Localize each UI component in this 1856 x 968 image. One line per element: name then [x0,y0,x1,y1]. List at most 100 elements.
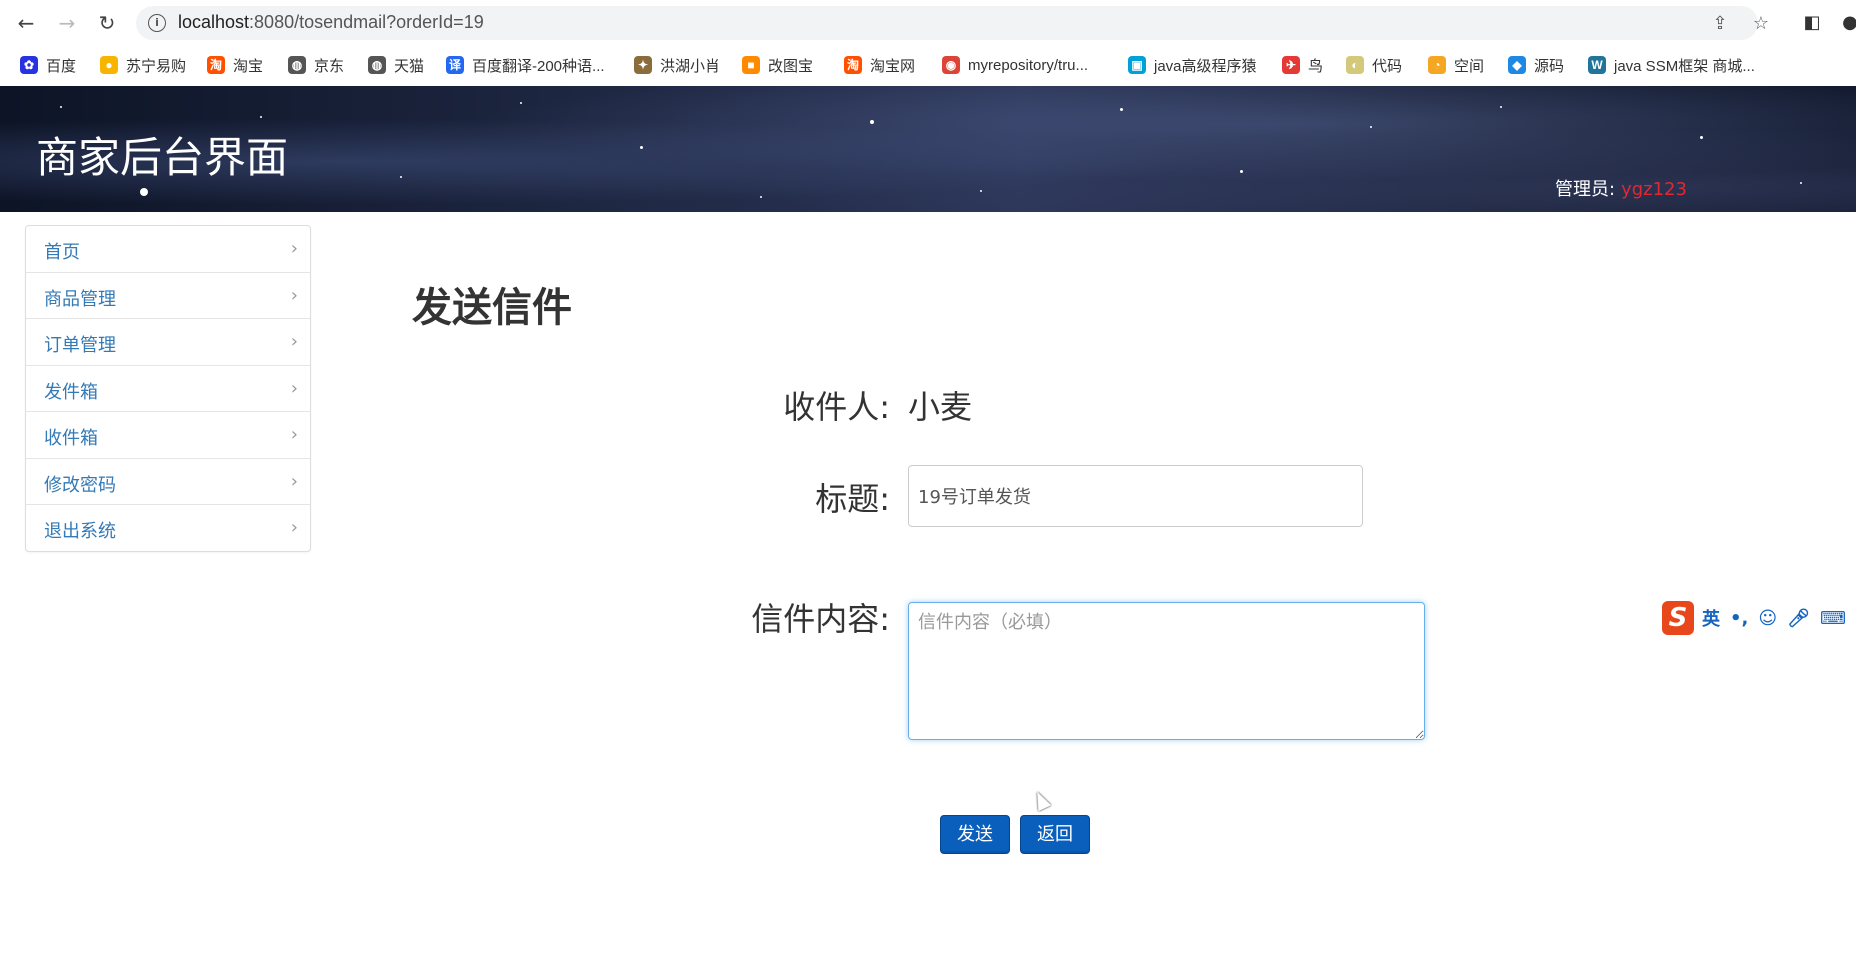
sidebar-item-orders[interactable]: 订单管理 › [26,319,310,366]
admin-info: 管理员: ygz123 [1555,175,1687,201]
bookmark-label: 淘宝网 [870,57,916,75]
microphone-icon[interactable]: 🎤︎ [1787,608,1810,629]
star-decoration [520,102,522,104]
sidebar-item-label: 收件箱 [44,428,98,449]
bookmark-item[interactable]: 译百度翻译-200种语... [446,55,605,75]
forward-icon[interactable]: → [55,11,79,35]
bookmark-favicon-icon: 淘 [844,56,862,74]
bookmark-favicon-icon: ◆ [1508,56,1526,74]
bookmark-item[interactable]: ● 苏宁易购 [100,55,186,75]
star-decoration [1370,126,1372,128]
bookmark-favicon-icon: 淘 [207,56,225,74]
bookmark-item[interactable]: ◍ 京东 [288,55,344,75]
star-decoration [1700,136,1703,139]
sidebar-item-label: 订单管理 [44,335,116,356]
bookmark-label: java高级程序猿 [1154,57,1257,75]
bookmark-favicon-icon: W [1588,56,1606,74]
ime-toolbar: S 英 •, ☺ 🎤︎ ⌨ [1662,598,1856,638]
chevron-right-icon: › [290,284,298,306]
admin-label: 管理员: [1555,179,1616,200]
star-decoration [140,188,148,196]
sidebar-item-label: 发件箱 [44,381,98,403]
punctuation-icon[interactable]: •, [1730,608,1748,629]
bookmark-item[interactable]: ✈ 鸟 [1282,55,1323,75]
bookmark-label: 京东 [314,57,345,75]
bookmark-label: 代码 [1372,57,1403,75]
side-panel-icon[interactable]: ◧ [1800,11,1824,35]
bookmark-item[interactable]: 淘淘宝 [207,55,263,75]
share-icon[interactable]: ⇪ [1709,13,1731,35]
star-decoration [640,146,643,149]
bookmark-favicon-icon: 译 [446,56,464,74]
sidebar-item-home[interactable]: 首页 › [26,226,310,273]
keyboard-icon[interactable]: ⌨ [1820,608,1846,629]
star-decoration [260,116,262,118]
bookmark-item[interactable]: 淘淘宝网 [844,55,915,75]
reload-icon[interactable]: ↻ [95,11,119,35]
site-title: 商家后台界面 [36,133,289,182]
site-header: 商家后台界面 管理员: ygz123 [0,86,1856,212]
bookmark-star-icon[interactable]: ☆ [1750,13,1772,35]
bookmark-label: 百度 [46,57,77,75]
bookmark-item[interactable]: ◍ 天猫 [368,55,424,75]
browser-toolbar: ← → ↻ i localhost:8080/tosendmail?orderI… [0,0,1856,46]
bookmark-item[interactable]: ◉ myrepository/tru... [942,55,1088,75]
star-decoration [60,106,62,108]
star-decoration [400,176,402,178]
bookmark-item[interactable]: ◔ 空间 [1428,55,1484,75]
bookmark-label: 鸟 [1308,57,1324,75]
sidebar-item-label: 修改密码 [44,474,116,496]
bookmark-item[interactable]: ◆ 源码 [1508,55,1564,75]
bookmark-item[interactable]: ◐ 代码 [1346,55,1402,75]
sidebar-item-outbox[interactable]: 发件箱 › [26,366,310,412]
bookmark-favicon-icon: ◍ [368,56,386,74]
bookmark-label: 改图宝 [768,57,814,75]
mouse-cursor-icon [1030,788,1052,812]
sogou-logo-icon[interactable]: S [1662,601,1695,635]
ime-language-toggle[interactable]: 英 [1702,605,1720,631]
bookmark-label: java SSM框架 商城... [1614,57,1755,75]
bookmark-favicon-icon: ■ [742,56,760,74]
emoji-icon[interactable]: ☺ [1758,608,1777,629]
bookmark-favicon-icon: ● [100,56,118,74]
bookmark-label: 苏宁易购 [126,57,187,75]
sidebar-item-logout[interactable]: 退出系统 › [26,505,310,551]
profile-icon[interactable]: ● [1838,11,1856,35]
bookmarks-bar: ✿ 百度 ● 苏宁易购淘淘宝 ◍ 京东 ◍ 天猫译百度翻译-200种语... ✦ 洪湖小肖 ■ 改图宝… [0,46,1856,84]
bookmark-item[interactable]: Wjava SSM框架 商城... [1588,55,1755,75]
bookmark-item[interactable]: ✦ 洪湖小肖 [634,55,720,75]
bookmark-label: 淘宝 [233,57,264,75]
send-button[interactable]: 发送 [940,815,1010,854]
bookmark-label: 空间 [1454,57,1485,75]
bookmark-item[interactable]: ✿ 百度 [20,55,76,75]
address-bar[interactable]: i localhost:8080/tosendmail?orderId=19 ⇪… [136,6,1769,40]
star-decoration [760,196,762,198]
back-icon[interactable]: ← [14,11,38,35]
bookmark-favicon-icon: ✦ [634,56,652,74]
star-decoration [1800,182,1802,184]
subject-label: 标题: [815,480,890,518]
bookmark-favicon-icon: ▣ [1128,56,1146,74]
bookmark-label: myrepository/tru... [968,56,1089,74]
chevron-right-icon: › [290,377,298,399]
bookmark-label: 洪湖小肖 [660,57,721,75]
bookmark-item[interactable]: ■ 改图宝 [742,55,813,75]
content-textarea[interactable] [908,602,1425,740]
bookmark-label: 天猫 [394,57,425,75]
admin-username: ygz123 [1621,179,1687,200]
bookmark-favicon-icon: ✿ [20,56,38,74]
sidebar-item-products[interactable]: 商品管理 › [26,273,310,319]
chevron-right-icon: › [290,517,298,538]
star-decoration [1240,170,1243,173]
site-info-icon[interactable]: i [148,14,166,32]
url-text[interactable]: localhost:8080/tosendmail?orderId=19 [178,12,484,33]
back-button[interactable]: 返回 [1020,815,1090,854]
bookmark-label: 源码 [1534,57,1565,75]
star-decoration [1500,106,1502,108]
recipient-label: 收件人: [783,388,890,426]
bookmark-item[interactable]: ▣ java高级程序猿 [1128,55,1257,75]
sidebar-item-change-password[interactable]: 修改密码 › [26,459,310,505]
subject-input[interactable] [908,465,1363,527]
sidebar-item-label: 退出系统 [44,521,116,542]
sidebar-item-inbox[interactable]: 收件箱 › [26,412,310,459]
